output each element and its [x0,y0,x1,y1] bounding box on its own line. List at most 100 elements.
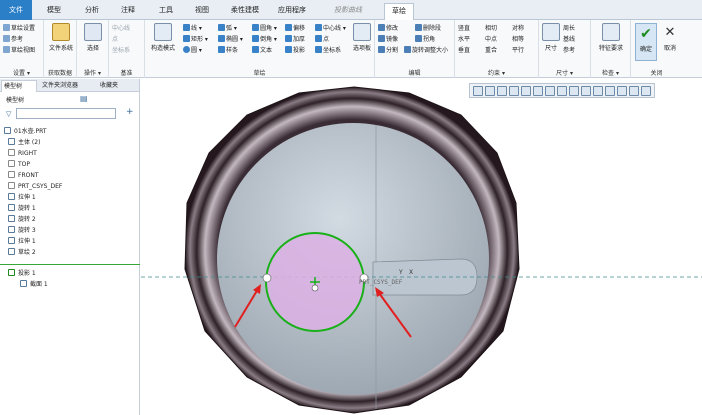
sketch-setup-button[interactable]: 草绘设置 [3,24,35,33]
group-datum-label: 基准 [120,70,133,77]
tree-item-revolve-2[interactable]: 旋转 2 [8,215,36,224]
file-system-button[interactable]: 文件系统 [47,23,75,52]
group-setup-label[interactable]: 设置 ▾ [0,68,43,77]
sketch-point-button[interactable]: 点 [315,35,329,44]
tab-annotate[interactable]: 注释 [114,3,142,18]
text-button[interactable]: 文本 [252,46,272,55]
tree-item-top[interactable]: TOP [8,160,30,169]
offset-button[interactable]: 偏移 [285,24,305,33]
thicken-button[interactable]: 加厚 [285,35,305,44]
parallel-constraint-button[interactable]: 平行 [512,46,524,55]
construction-mode-button[interactable]: 构造模式 [148,23,178,52]
group-inspect-label[interactable]: 检查 ▾ [591,68,630,77]
tab-folder-browser[interactable]: 文件夹浏览器 [40,80,92,92]
delete-segment-button[interactable]: 删除段 [415,24,441,33]
tab-file[interactable]: 文件 [0,0,32,20]
project-button[interactable]: 投影 [285,46,305,55]
delete-segment-label: 删除段 [423,25,442,32]
rotate-resize-button[interactable]: 旋转调整大小 [404,46,448,55]
chamfer-button[interactable]: 倒角 ▾ [252,35,277,44]
perimeter-button[interactable]: 周长 [563,24,575,33]
group-dimension-label[interactable]: 尺寸 ▾ [539,68,590,77]
filter-icon[interactable]: ▽ [6,110,11,118]
group-get-data: 文件系统 获取数据 [44,20,77,78]
ribbon: 草绘设置 参考 草绘视图 设置 ▾ 文件系统 获取数据 选择 操作 ▾ 中心线 … [0,20,702,78]
arc-button[interactable]: 弧 ▾ [218,24,237,33]
divide-button[interactable]: 分割 [378,46,398,55]
vertical-constraint-button[interactable]: 竖直 [458,24,470,33]
tab-favorites[interactable]: 收藏夹 [98,80,138,92]
symmetric-constraint-label: 对称 [512,25,525,32]
tree-item-part[interactable]: 01水壶.PRT [4,127,47,136]
sketch-view-button[interactable]: 草绘视图 [3,46,35,55]
fillet-button[interactable]: 圆角 ▾ [252,24,277,33]
rectangle-button[interactable]: 矩形 ▾ [183,35,208,44]
sketch-csys-button[interactable]: 坐标系 [315,46,341,55]
tab-view[interactable]: 视图 [188,3,216,18]
perpendicular-constraint-button[interactable]: 垂直 [458,46,470,55]
graphics-viewport[interactable]: PRT_CSYS_DEF Y X [141,79,702,415]
sketch-centerline-button[interactable]: 中心线 ▾ [315,24,346,33]
reference-dim-button[interactable]: 参考 [563,46,575,55]
folder-icon [52,23,70,41]
add-icon[interactable]: + [126,107,134,117]
file-system-label: 文件系统 [48,45,73,52]
datum-point-button[interactable]: 点 [112,35,118,44]
circle-button[interactable]: 圆 ▾ [183,46,202,55]
modify-button[interactable]: 修改 [378,24,398,33]
group-inspect: 特征要求 检查 ▾ [591,20,631,78]
tab-applications[interactable]: 应用程序 [272,3,312,18]
line-button[interactable]: 线 ▾ [183,24,202,33]
tree-item-revolve-1[interactable]: 旋转 1 [8,204,36,213]
datum-centerline-button[interactable]: 中心线 [112,24,130,33]
tab-flexible-modeling[interactable]: 柔性建模 [225,3,265,18]
text-icon [252,46,259,53]
tab-model-tree[interactable]: 模型树 [1,80,37,92]
tab-analysis[interactable]: 分析 [78,3,106,18]
tree-item-sketch-2[interactable]: 草绘 2 [8,248,36,257]
tree-item-extrude-1[interactable]: 拉伸 1 [8,193,36,202]
tree-item-right[interactable]: RIGHT [8,149,37,158]
datum-csys-button[interactable]: 坐标系 [112,46,130,55]
palette-button[interactable]: 选项板 [350,23,374,52]
tree-item-section-1[interactable]: 截面 1 [20,280,48,289]
feature-requirements-button[interactable]: 特征要求 [593,23,629,52]
tree-item-extrude-1b[interactable]: 拉伸 1 [8,237,36,246]
csys-icon [8,182,15,189]
tangent-constraint-button[interactable]: 相切 [485,24,497,33]
cursor-icon [84,23,102,41]
coincident-constraint-button[interactable]: 重合 [485,46,497,55]
tab-model[interactable]: 模型 [40,3,68,18]
horizontal-constraint-button[interactable]: 水平 [458,35,470,44]
ellipse-button[interactable]: 椭圆 ▾ [218,35,243,44]
circle-label: 圆 ▾ [191,47,202,54]
tree-item-front[interactable]: FRONT [8,171,39,180]
select-button[interactable]: 选择 [80,23,106,52]
baseline-button[interactable]: 基线 [563,35,575,44]
tree-item-bodies[interactable]: 主体 (2) [8,138,40,147]
tree-item-csys[interactable]: PRT_CSYS_DEF [8,182,62,191]
symmetric-constraint-button[interactable]: 对称 [512,24,524,33]
dimension-button[interactable]: 尺寸 [541,23,561,52]
mirror-button[interactable]: 镜像 [378,35,398,44]
tree-item-label: RIGHT [18,150,37,157]
corner-button[interactable]: 拐角 [415,35,435,44]
tree-item-label: 01水壶.PRT [14,128,47,135]
tree-item-revolve-3[interactable]: 旋转 3 [8,226,36,235]
references-button[interactable]: 参考 [3,35,23,44]
tab-sketch[interactable]: 草绘 [384,3,414,20]
tree-item-label: PRT_CSYS_DEF [18,183,63,190]
equal-constraint-button[interactable]: 相等 [512,35,524,44]
spline-button[interactable]: 样条 [218,46,238,55]
tab-tools[interactable]: 工具 [152,3,180,18]
model-tree-search-input[interactable] [16,108,116,119]
ok-button[interactable]: ✔ 确定 [635,23,657,61]
tree-item-projection-1[interactable]: 投影 1 [8,269,36,278]
tab-projected-curve[interactable]: 投影曲线 [328,3,368,18]
group-operations-label[interactable]: 操作 ▾ [77,68,108,77]
settings-icon[interactable]: ▤ [80,94,88,103]
cancel-button[interactable]: ✕ 取消 [659,23,681,61]
midpoint-constraint-button[interactable]: 中点 [485,35,497,44]
close-icon: ✕ [664,25,676,40]
group-constrain-label[interactable]: 约束 ▾ [455,68,538,77]
